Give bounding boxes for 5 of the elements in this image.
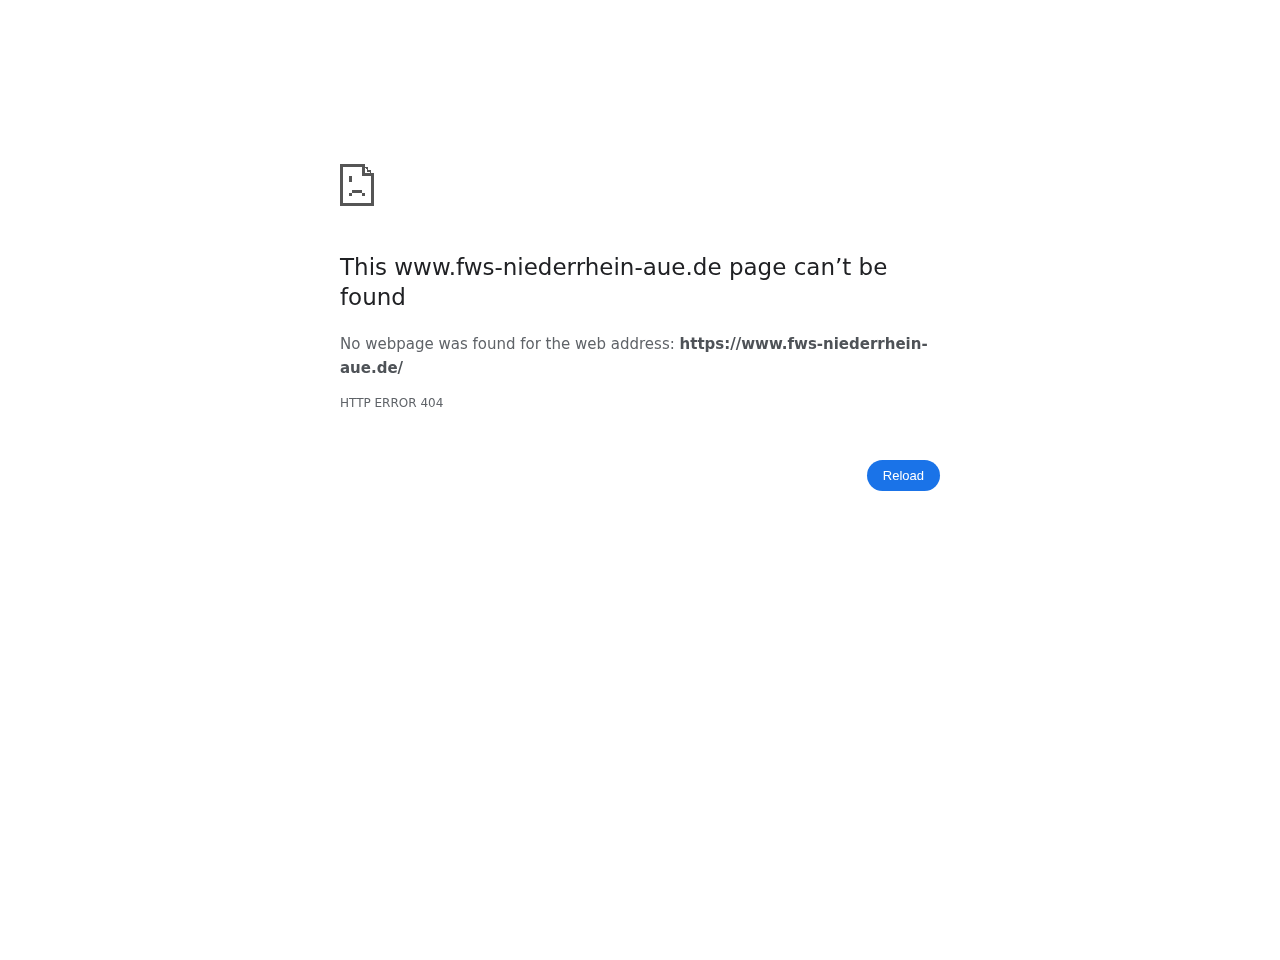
sad-page-icon [340,164,374,206]
reload-button[interactable]: Reload [866,460,940,491]
error-code: HTTP ERROR 404 [340,396,445,410]
error-message: No webpage was found for the web address: https://www.fws-niederrhein-aue.de/ [340,334,929,379]
error-heading: This www.fws-niederrhein-aue.de page can’t be found [340,253,889,312]
